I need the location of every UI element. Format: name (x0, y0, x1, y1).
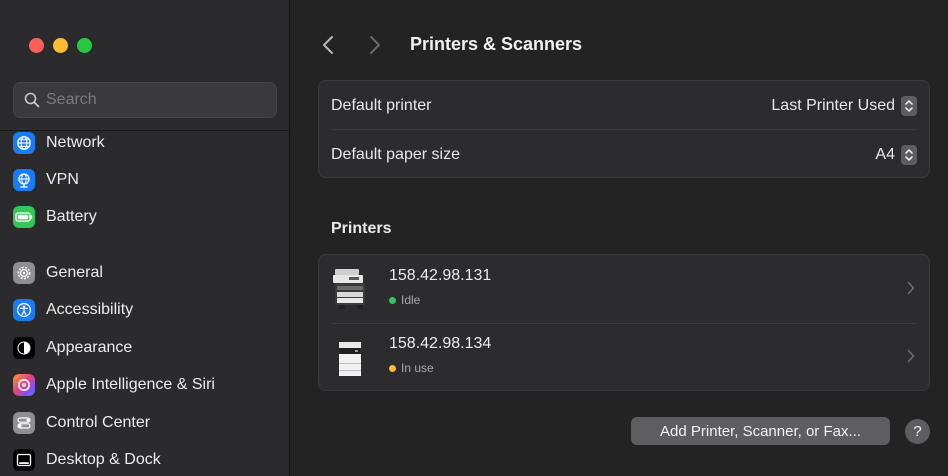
control-center-icon (13, 412, 35, 434)
sidebar-item-label: Network (46, 134, 105, 151)
zoom-window-button[interactable] (77, 38, 92, 53)
dock-icon (13, 449, 35, 471)
updown-chevron-icon (901, 95, 917, 116)
default-printer-popup[interactable]: Last Printer Used (771, 95, 917, 116)
printer-name: 158.42.98.134 (389, 335, 492, 352)
printers-list: 158.42.98.131 Idle 158.42.98.134 In use (318, 254, 930, 391)
status-dot-idle (389, 296, 396, 304)
default-printer-label: Default printer (331, 96, 432, 114)
window-controls (29, 38, 92, 53)
sidebar-item-desktop-dock[interactable]: Desktop & Dock (13, 443, 277, 476)
chevron-right-icon (370, 36, 380, 54)
chevron-right-icon (907, 349, 915, 368)
sidebar-item-label: Control Center (46, 414, 151, 431)
siri-icon (13, 374, 35, 396)
printer-status: Idle (389, 293, 420, 307)
page-title: Printers & Scanners (410, 34, 583, 54)
sidebar-item-general[interactable]: General (13, 256, 277, 290)
help-button[interactable]: ? (905, 419, 930, 444)
back-button[interactable] (319, 32, 337, 58)
updown-chevron-icon (901, 144, 917, 165)
sidebar-item-apple-intelligence-siri[interactable]: Apple Intelligence & Siri (13, 368, 277, 402)
sidebar-item-label: Desktop & Dock (46, 451, 161, 468)
default-paper-size-value: A4 (875, 145, 895, 163)
sidebar-item-label: General (46, 264, 103, 281)
status-dot-in-use (389, 364, 396, 372)
sidebar-item-vpn[interactable]: VPN (13, 163, 277, 197)
default-paper-size-label: Default paper size (331, 145, 460, 163)
globe-icon (13, 132, 35, 154)
settings-window: Network VPN Battery General (0, 0, 948, 476)
search-input[interactable] (46, 91, 266, 109)
printer-row[interactable]: 158.42.98.131 Idle (319, 255, 929, 325)
accessibility-icon (13, 299, 35, 321)
printers-section-title: Printers (331, 220, 392, 237)
default-paper-size-popup[interactable]: A4 (875, 144, 917, 165)
printer-status: In use (389, 361, 434, 375)
forward-button[interactable] (366, 32, 384, 58)
minimize-window-button[interactable] (53, 38, 68, 53)
printer-name: 158.42.98.131 (389, 267, 492, 284)
close-window-button[interactable] (29, 38, 44, 53)
search-field[interactable] (13, 82, 277, 118)
printer-icon (331, 333, 375, 381)
vpn-icon (13, 169, 35, 191)
default-printer-value: Last Printer Used (771, 96, 895, 114)
defaults-card: Default printer Last Printer Used Defaul… (318, 80, 930, 178)
printer-row[interactable]: 158.42.98.134 In use (319, 323, 929, 393)
default-paper-size-row: Default paper size A4 (319, 130, 929, 179)
sidebar-item-label: Appearance (46, 339, 133, 356)
add-printer-button[interactable]: Add Printer, Scanner, or Fax... (631, 417, 890, 445)
printer-status-text: Idle (401, 293, 421, 307)
main-pane: Printers & Scanners Default printer Last… (291, 0, 948, 476)
search-icon (24, 92, 40, 108)
sidebar-item-label: Battery (46, 208, 97, 225)
battery-icon (13, 206, 35, 228)
sidebar-item-label: VPN (46, 171, 79, 188)
sidebar-item-network[interactable]: Network (13, 126, 277, 160)
multifunction-printer-icon (331, 265, 375, 313)
printer-status-text: In use (401, 361, 434, 375)
chevron-left-icon (323, 36, 333, 54)
sidebar-item-label: Accessibility (46, 301, 134, 318)
sidebar-item-accessibility[interactable]: Accessibility (13, 293, 277, 327)
appearance-icon (13, 337, 35, 359)
sidebar-item-battery[interactable]: Battery (13, 200, 277, 234)
sidebar-item-appearance[interactable]: Appearance (13, 331, 277, 365)
sidebar-item-label: Apple Intelligence & Siri (46, 376, 215, 393)
sidebar: Network VPN Battery General (0, 0, 290, 476)
chevron-right-icon (907, 281, 915, 300)
gear-icon (13, 262, 35, 284)
sidebar-item-control-center[interactable]: Control Center (13, 406, 277, 440)
default-printer-row: Default printer Last Printer Used (319, 81, 929, 130)
